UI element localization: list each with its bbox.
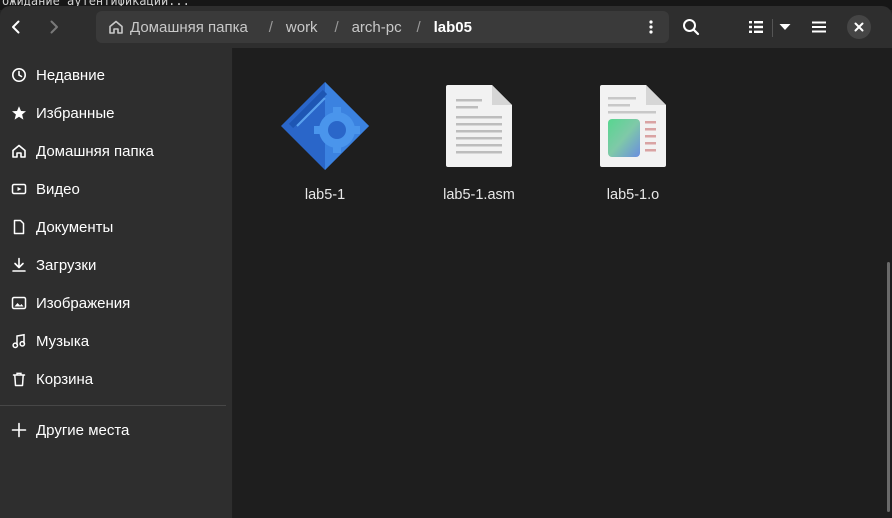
sidebar-item-videos[interactable]: Видео [0,170,232,208]
breadcrumb-label: Домашняя папка [130,18,248,36]
video-icon [9,179,29,199]
sidebar-item-label: Документы [36,218,114,236]
file-item[interactable]: lab5-1.o [563,78,703,208]
breadcrumb-lab05[interactable]: lab05 [434,11,472,43]
sidebar-item-label: Изображения [36,294,131,312]
forward-button[interactable] [38,12,70,42]
vertical-scrollbar[interactable] [887,262,890,512]
breadcrumb-label: arch-pc [351,18,402,36]
sidebar-item-other-locations[interactable]: Другие места [0,411,232,449]
file-name: lab5-1 [304,187,346,203]
executable-icon [277,78,373,174]
breadcrumb-separator: / [416,18,421,36]
breadcrumb-separator: / [268,18,273,36]
clock-icon [9,65,29,85]
sidebar-item-label: Корзина [36,370,94,388]
view-toggle-button[interactable] [740,12,772,42]
close-icon [854,22,864,32]
hamburger-menu-icon [812,21,826,33]
chevron-down-icon [779,24,791,30]
breadcrumb-label: work [285,18,318,36]
path-menu-button[interactable] [634,12,668,42]
sidebar-item-label: Избранные [36,104,115,122]
file-item[interactable]: lab5-1 [255,78,395,208]
file-name: lab5-1.asm [443,187,515,203]
image-icon [9,293,29,313]
home-icon [109,20,123,34]
main-menu-button[interactable] [803,12,835,42]
plus-icon [9,420,29,440]
breadcrumb-work[interactable]: work [286,11,318,43]
sidebar-item-documents[interactable]: Документы [0,208,232,246]
chevron-right-icon [50,20,58,34]
header-bar: Домашняя папка / work / arch-pc / lab05 [0,6,892,48]
sidebar-item-label: Другие места [36,421,130,439]
sidebar-item-label: Домашняя папка [36,142,154,160]
sidebar-item-label: Музыка [36,332,90,350]
sidebar-item-label: Видео [36,180,80,198]
list-view-icon [749,21,763,33]
search-button[interactable] [675,12,707,42]
text-file-icon [431,78,527,174]
vertical-dots-icon [649,20,653,34]
view-options-button[interactable] [772,12,798,42]
breadcrumb-arch-pc[interactable]: arch-pc [352,11,402,43]
sidebar-item-music[interactable]: Музыка [0,322,232,360]
file-manager-window: ожидание аутентификации... Домашняя папк… [0,0,892,518]
object-file-icon [585,78,681,174]
star-icon [9,103,29,123]
sidebar-item-label: Недавние [36,66,105,84]
sidebar-item-recent[interactable]: Недавние [0,56,232,94]
sidebar-item-pictures[interactable]: Изображения [0,284,232,322]
sidebar-item-downloads[interactable]: Загрузки [0,246,232,284]
breadcrumb-home[interactable]: Домашняя папка [108,11,248,43]
sidebar-item-starred[interactable]: Избранные [0,94,232,132]
back-button[interactable] [0,12,32,42]
download-icon [9,255,29,275]
search-icon [683,19,700,36]
trash-icon [9,369,29,389]
home-icon [9,141,29,161]
document-icon [9,217,29,237]
sidebar-item-label: Загрузки [36,256,97,274]
close-button[interactable] [847,15,871,39]
sidebar-divider [0,405,226,406]
path-bar: Домашняя папка / work / arch-pc / lab05 [96,11,669,43]
file-name: lab5-1.o [606,187,660,203]
file-view: lab5-1 lab5-1.asm lab5-1.o [233,48,892,518]
breadcrumb-label: lab05 [433,18,472,36]
breadcrumb-separator: / [334,18,339,36]
sidebar-item-home[interactable]: Домашняя папка [0,132,232,170]
music-icon [9,331,29,351]
sidebar-item-trash[interactable]: Корзина [0,360,232,398]
file-item[interactable]: lab5-1.asm [409,78,549,208]
chevron-left-icon [12,20,20,34]
places-sidebar: Недавние Избранные Домашняя папка Видео … [0,48,233,518]
